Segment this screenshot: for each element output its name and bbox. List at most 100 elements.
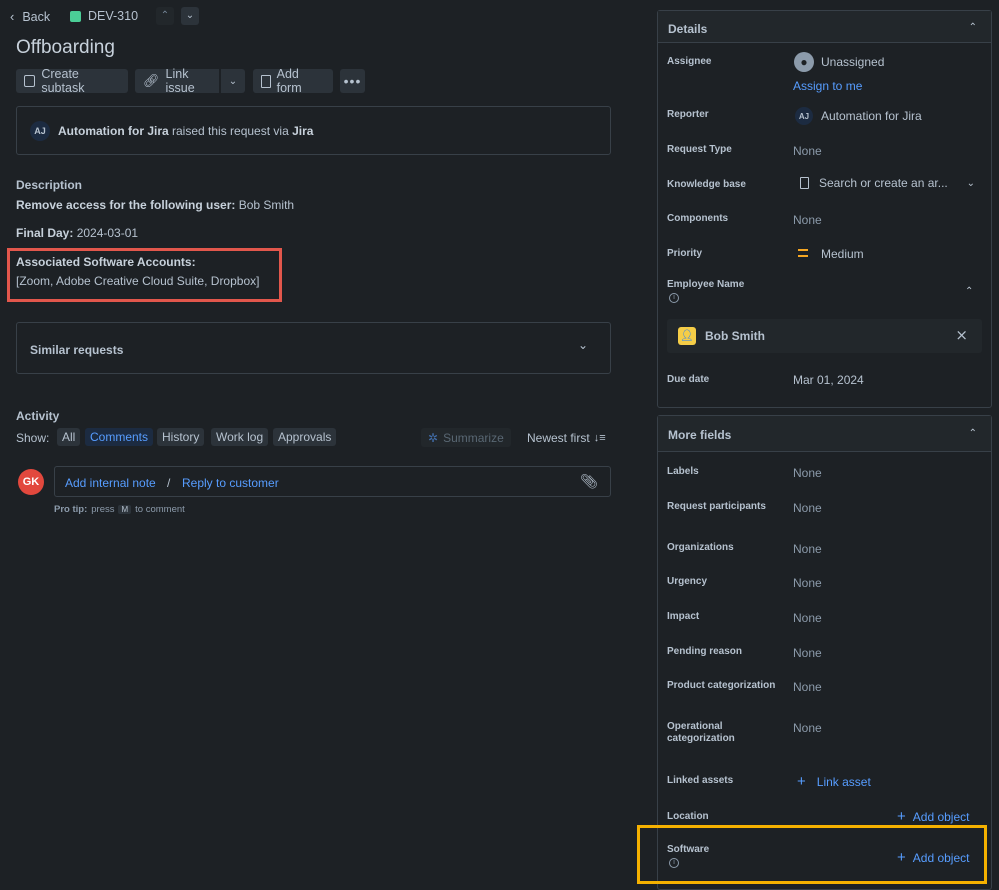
- priority-value[interactable]: Medium: [821, 247, 864, 261]
- link-issue-button[interactable]: 🔗︎ Link issue: [135, 67, 219, 95]
- more-fields-header[interactable]: More fields ⌃: [658, 416, 991, 452]
- chevron-left-icon: ‹: [10, 9, 15, 24]
- details-title: Details: [668, 22, 708, 36]
- link-asset-button[interactable]: + Link asset: [797, 773, 871, 790]
- impact-value[interactable]: None: [793, 611, 822, 625]
- subtask-icon: [24, 75, 36, 87]
- info-icon: i: [669, 293, 679, 303]
- back-label: Back: [22, 9, 51, 24]
- chevron-down-icon: ⌄: [577, 338, 588, 352]
- reply-to-customer-link[interactable]: Reply to customer: [182, 476, 279, 490]
- urgency-value[interactable]: None: [793, 576, 822, 590]
- more-icon: •••: [343, 73, 362, 89]
- chevron-up-icon: ⌃: [160, 10, 170, 21]
- more-actions-button[interactable]: •••: [340, 69, 365, 93]
- comment-separator: /: [167, 476, 171, 490]
- activity-heading: Activity: [16, 409, 60, 423]
- comment-box[interactable]: Add internal note / Reply to customer 📎︎: [54, 466, 611, 497]
- link-issue-label: Link issue: [165, 67, 195, 95]
- add-form-button[interactable]: Add form: [253, 67, 333, 95]
- assign-to-me-link[interactable]: Assign to me: [793, 79, 862, 93]
- chevron-down-icon: ⌄: [966, 177, 975, 189]
- tip-label: Pro tip:: [54, 504, 88, 515]
- employee-value: Bob Smith: [705, 329, 765, 343]
- tab-work-log[interactable]: Work log: [211, 428, 269, 446]
- sort-button[interactable]: Newest first ↓≡: [527, 431, 606, 445]
- details-header[interactable]: Details ⌃: [658, 11, 991, 43]
- software-add-object-label: Add object: [912, 850, 970, 865]
- request-participants-label: Request participants: [667, 501, 766, 512]
- impact-label: Impact: [667, 611, 700, 622]
- priority-label: Priority: [667, 248, 703, 259]
- request-middle: raised this request via: [172, 124, 289, 138]
- next-issue-button[interactable]: ⌄: [181, 7, 199, 25]
- similar-requests-panel[interactable]: Similar requests ⌄: [16, 322, 611, 374]
- location-add-object-button[interactable]: + Add object: [897, 808, 969, 825]
- pending-reason-value[interactable]: None: [793, 646, 822, 660]
- operational-categorization-value[interactable]: None: [793, 721, 822, 735]
- labels-value[interactable]: None: [793, 466, 822, 480]
- attachment-icon[interactable]: 📎︎: [580, 473, 598, 490]
- description-line-2: Final Day: 2024-03-01: [16, 226, 138, 240]
- assignee-label: Assignee: [667, 56, 712, 67]
- linked-assets-label: Linked assets: [667, 775, 734, 786]
- employee-card[interactable]: 👤︎ Bob Smith ⨯: [667, 319, 982, 353]
- product-categorization-value[interactable]: None: [793, 680, 822, 694]
- issue-key-link[interactable]: DEV-310: [70, 9, 138, 23]
- description-heading: Description: [16, 178, 83, 192]
- plus-icon: +: [797, 773, 806, 790]
- line1-value: Bob Smith: [235, 198, 295, 212]
- document-icon: [800, 177, 809, 189]
- chevron-down-icon: ⌄: [185, 10, 195, 21]
- line2-label: Final Day:: [16, 226, 74, 240]
- info-icon: i: [669, 858, 679, 868]
- chevron-up-icon[interactable]: ⌃: [965, 286, 973, 297]
- line1-label: Remove access for the following user:: [16, 198, 236, 212]
- knowledge-base-select[interactable]: Search or create an ar... ⌄: [800, 176, 975, 190]
- activity-show-label: Show:: [16, 431, 50, 445]
- sort-label: Newest first: [527, 431, 590, 445]
- tab-comments[interactable]: Comments: [85, 428, 154, 446]
- components-value[interactable]: None: [793, 213, 822, 227]
- software-add-object-button[interactable]: + Add object: [897, 849, 969, 866]
- reporter-avatar: AJ: [30, 121, 50, 141]
- graph-icon[interactable]: ⨯: [955, 326, 968, 344]
- organizations-label: Organizations: [667, 542, 734, 553]
- reporter-value[interactable]: Automation for Jira: [821, 109, 922, 123]
- chevron-up-icon: ⌃: [968, 22, 977, 33]
- summarize-button[interactable]: ✲ Summarize: [421, 428, 511, 447]
- link-issue-dropdown[interactable]: ⌄: [221, 69, 245, 93]
- due-date-label: Due date: [667, 374, 710, 385]
- chevron-down-icon: ⌄: [228, 75, 238, 87]
- add-internal-note-link[interactable]: Add internal note: [65, 476, 156, 490]
- plus-icon: +: [897, 849, 906, 866]
- labels-label: Labels: [667, 466, 699, 477]
- location-add-object-label: Add object: [912, 809, 970, 824]
- sparkle-icon: ✲: [428, 430, 439, 445]
- add-form-label: Add form: [276, 67, 302, 95]
- tab-approvals[interactable]: Approvals: [273, 428, 337, 446]
- associated-accounts-value: [Zoom, Adobe Creative Cloud Suite, Dropb…: [16, 274, 260, 288]
- knowledge-base-label: Knowledge base: [667, 179, 746, 190]
- request-type-value[interactable]: None: [793, 144, 822, 158]
- create-subtask-button[interactable]: Create subtask: [16, 67, 128, 95]
- request-type-label: Request Type: [667, 144, 732, 155]
- user-avatar: GK: [18, 469, 44, 495]
- person-icon: 👤︎: [678, 327, 696, 345]
- link-asset-label: Link asset: [816, 774, 871, 789]
- create-subtask-label: Create subtask: [41, 67, 85, 95]
- tip-press: press: [91, 504, 115, 515]
- summarize-label: Summarize: [443, 430, 504, 445]
- organizations-value[interactable]: None: [793, 542, 822, 556]
- previous-issue-button[interactable]: ⌃: [156, 7, 174, 25]
- unassigned-avatar-icon: ●: [794, 52, 814, 72]
- assignee-value[interactable]: Unassigned: [821, 55, 884, 69]
- employee-name-label: Employee Name: [667, 279, 745, 290]
- request-info-box: AJ Automation for Jira raised this reque…: [16, 106, 611, 155]
- urgency-label: Urgency: [667, 576, 708, 587]
- back-button[interactable]: ‹ Back: [10, 9, 50, 24]
- tab-all[interactable]: All: [57, 428, 81, 446]
- due-date-value[interactable]: Mar 01, 2024: [793, 373, 864, 387]
- request-participants-value[interactable]: None: [793, 501, 822, 515]
- tab-history[interactable]: History: [157, 428, 205, 446]
